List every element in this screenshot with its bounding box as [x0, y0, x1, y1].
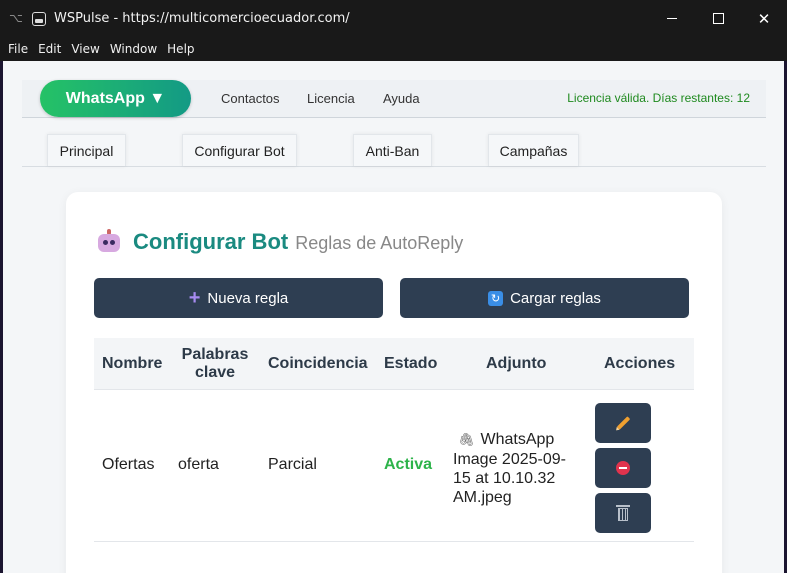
license-status: Licencia válida. Días restantes: 12: [567, 91, 750, 105]
window-title: WSPulse - https://multicomercioecuador.c…: [54, 11, 350, 26]
menu-help[interactable]: Help: [167, 42, 194, 56]
load-rules-label: Cargar reglas: [510, 289, 601, 307]
tab-principal[interactable]: Principal: [47, 134, 126, 166]
page-subtitle: Reglas de AutoReply: [295, 233, 464, 253]
close-button[interactable]: ✕: [741, 0, 787, 37]
trash-icon: [616, 505, 630, 521]
plus-icon: +: [188, 287, 201, 309]
devtools-icon[interactable]: ⌥: [9, 11, 23, 25]
maximize-button[interactable]: [695, 0, 741, 37]
menu-window[interactable]: Window: [110, 42, 157, 56]
window-controls: ✕: [649, 0, 787, 37]
col-header-adjunto: Adjunto: [486, 355, 547, 372]
cell-match: Parcial: [268, 456, 317, 473]
page-title: Configurar Bot: [133, 229, 289, 254]
pencil-icon: [616, 416, 630, 430]
menu-bar: File Edit View Window Help: [0, 37, 787, 61]
cell-keywords: oferta: [178, 456, 219, 473]
col-header-coincidencia: Coincidencia: [268, 355, 368, 372]
nav-link-contactos[interactable]: Contactos: [221, 91, 280, 106]
menu-file[interactable]: File: [8, 42, 28, 56]
col-header-estado: Estado: [384, 355, 438, 372]
status-badge: Activa: [384, 456, 433, 473]
disable-rule-button[interactable]: [595, 448, 651, 488]
tab-bar: Principal Configurar Bot Anti-Ban Campañ…: [22, 134, 766, 167]
robot-icon: [97, 229, 121, 253]
reload-icon: ↻: [488, 290, 504, 306]
table-header: Nombre Palabras clave Coincidencia Estad…: [94, 338, 694, 390]
whatsapp-dropdown-button[interactable]: WhatsApp ▼: [40, 80, 191, 117]
card-header: Configurar Bot Reglas de AutoReply: [97, 225, 463, 255]
app-content: WhatsApp ▼ Contactos Licencia Ayuda Lice…: [3, 61, 784, 573]
tab-configurar-bot[interactable]: Configurar Bot: [182, 134, 297, 166]
col-header-acciones: Acciones: [604, 355, 676, 372]
config-bot-card: Configurar Bot Reglas de AutoReply + Nue…: [66, 192, 722, 573]
cell-name: Ofertas: [102, 456, 155, 473]
rules-table: Nombre Palabras clave Coincidencia Estad…: [94, 338, 694, 542]
col-header-nombre: Nombre: [102, 355, 163, 372]
edit-rule-button[interactable]: [595, 403, 651, 443]
nav-link-ayuda[interactable]: Ayuda: [383, 91, 420, 106]
no-entry-icon: [616, 461, 630, 475]
top-nav: WhatsApp ▼ Contactos Licencia Ayuda Lice…: [22, 80, 766, 118]
paperclip-icon: 🖇: [458, 433, 475, 448]
col-header-palabras-clave: Palabras clave: [181, 346, 249, 381]
app-icon: [32, 11, 46, 26]
delete-rule-button[interactable]: [595, 493, 651, 533]
menu-view[interactable]: View: [71, 42, 99, 56]
minimize-button[interactable]: [649, 0, 695, 37]
title-bar: ⌥ WSPulse - https://multicomercioecuador…: [0, 0, 787, 37]
table-row: Ofertas oferta Parcial Activa 🖇 WhatsApp …: [94, 390, 694, 542]
new-rule-label: Nueva regla: [207, 289, 289, 307]
menu-edit[interactable]: Edit: [38, 42, 61, 56]
tab-anti-ban[interactable]: Anti-Ban: [353, 134, 432, 166]
tab-campanas[interactable]: Campañas: [488, 134, 579, 166]
nav-link-licencia[interactable]: Licencia: [307, 91, 355, 106]
cell-attachment: 🖇 WhatsApp Image 2025-09-15 at 10.10.32 A…: [453, 430, 583, 507]
new-rule-button[interactable]: + Nueva regla: [94, 278, 383, 318]
load-rules-button[interactable]: ↻ Cargar reglas: [400, 278, 689, 318]
